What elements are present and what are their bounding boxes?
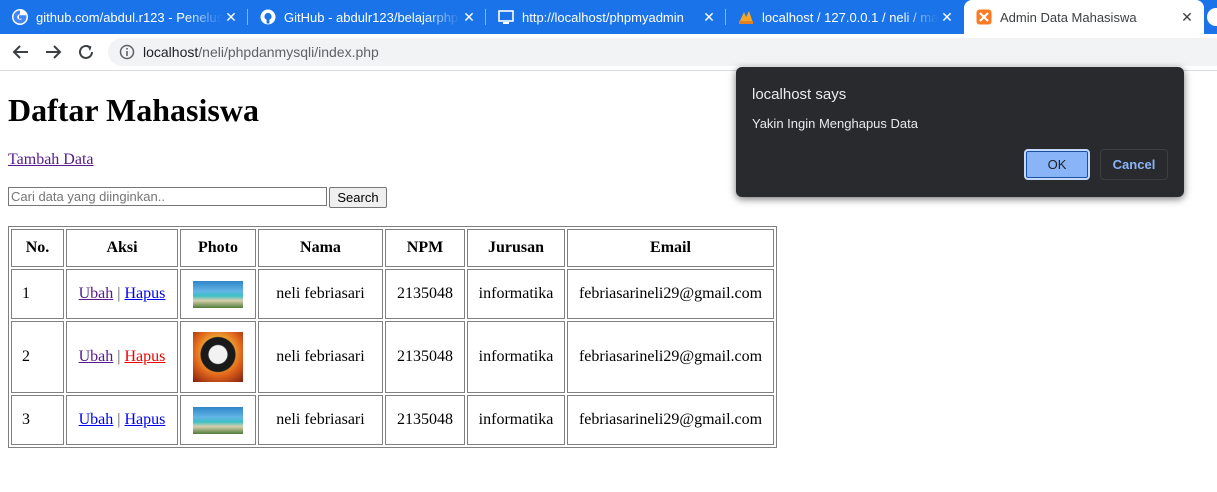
cell-aksi: Ubah | Hapus [66, 395, 178, 445]
table-row: 3 Ubah | Hapus neli febriasari 2135048 i… [11, 395, 774, 445]
action-separator: | [117, 411, 121, 428]
cell-no: 3 [11, 395, 64, 445]
students-table: No. Aksi Photo Nama NPM Jurusan Email 1 … [8, 226, 777, 448]
xampp-icon [976, 9, 992, 25]
close-icon[interactable]: ✕ [460, 9, 478, 26]
reload-icon[interactable] [74, 40, 98, 64]
alert-dialog: localhost says Yakin Ingin Menghapus Dat… [736, 67, 1184, 197]
header-email: Email [567, 229, 774, 267]
add-data-link[interactable]: Tambah Data [8, 151, 94, 169]
tab-title: GitHub - abdulr123/belajarphp: B [284, 9, 460, 25]
close-icon[interactable]: ✕ [222, 9, 240, 26]
monitor-icon [498, 9, 514, 25]
search-button[interactable]: Search [329, 187, 387, 208]
tab-title: github.com/abdul.r123 - Penelusuran Goog… [36, 9, 222, 25]
cell-photo [180, 321, 256, 393]
cell-aksi: Ubah | Hapus [66, 269, 178, 319]
cell-aksi: Ubah | Hapus [66, 321, 178, 393]
google-icon [12, 9, 28, 25]
url-path: /neli/phpdanmysqli/index.php [198, 44, 379, 60]
cell-no: 1 [11, 269, 64, 319]
cell-npm: 2135048 [385, 395, 465, 445]
dialog-message: Yakin Ingin Menghapus Data [752, 116, 918, 131]
url-host: localhost [143, 44, 199, 60]
tab-github[interactable]: GitHub - abdulr123/belajarphp: B ✕ [248, 0, 486, 34]
edit-link[interactable]: Ubah [79, 411, 114, 428]
cell-nama: neli febriasari [258, 395, 383, 445]
back-arrow-icon[interactable] [9, 40, 33, 64]
search-input[interactable] [8, 187, 327, 206]
tab-admin-data-mahasiswa[interactable]: Admin Data Mahasiswa ✕ [964, 0, 1204, 34]
cell-no: 2 [11, 321, 64, 393]
browser-toolbar: localhost/neli/phpdanmysqli/index.php [0, 34, 1217, 71]
cell-photo [180, 395, 256, 445]
forward-arrow-icon[interactable] [41, 40, 65, 64]
address-bar[interactable]: localhost/neli/phpdanmysqli/index.php [108, 38, 1217, 66]
tab-google-search[interactable]: github.com/abdul.r123 - Penelusuran Goog… [0, 0, 248, 34]
action-separator: | [117, 348, 121, 365]
tab-strip: github.com/abdul.r123 - Penelusuran Goog… [0, 0, 1217, 34]
cell-nama: neli febriasari [258, 269, 383, 319]
close-icon[interactable]: ✕ [938, 9, 956, 26]
new-tab-button[interactable] [1207, 8, 1217, 26]
header-no: No. [11, 229, 64, 267]
header-nama: Nama [258, 229, 383, 267]
tab-title: http://localhost/phpmyadmin [522, 9, 684, 25]
cancel-button[interactable]: Cancel [1100, 149, 1168, 180]
close-icon[interactable]: ✕ [1178, 9, 1196, 26]
tab-localhost-db[interactable]: localhost / 127.0.0.1 / neli / mahasiswa… [726, 0, 964, 34]
header-jurusan: Jurusan [467, 229, 565, 267]
cell-email: febriasarineli29@gmail.com [567, 321, 774, 393]
table-header-row: No. Aksi Photo Nama NPM Jurusan Email [11, 229, 774, 267]
info-icon[interactable] [119, 44, 135, 60]
cell-npm: 2135048 [385, 321, 465, 393]
cell-jurusan: informatika [467, 395, 565, 445]
edit-link[interactable]: Ubah [79, 285, 114, 302]
cell-jurusan: informatika [467, 269, 565, 319]
close-icon[interactable]: ✕ [700, 9, 718, 26]
edit-link[interactable]: Ubah [79, 348, 114, 365]
tab-title: Admin Data Mahasiswa [1000, 9, 1137, 25]
delete-link[interactable]: Hapus [124, 348, 165, 365]
cell-email: febriasarineli29@gmail.com [567, 395, 774, 445]
beach-photo [193, 280, 243, 308]
phpmyadmin-icon [738, 9, 754, 25]
cell-npm: 2135048 [385, 269, 465, 319]
cell-email: febriasarineli29@gmail.com [567, 269, 774, 319]
action-separator: | [117, 285, 121, 302]
delete-link[interactable]: Hapus [124, 285, 165, 302]
cell-photo [180, 269, 256, 319]
dialog-title: localhost says [752, 86, 847, 103]
tab-title: localhost / 127.0.0.1 / neli / mahasiswa [762, 9, 938, 25]
header-npm: NPM [385, 229, 465, 267]
table-row: 1 Ubah | Hapus neli febriasari 2135048 i… [11, 269, 774, 319]
header-photo: Photo [180, 229, 256, 267]
kungfu-panda-photo [193, 332, 243, 382]
ok-button[interactable]: OK [1024, 149, 1090, 180]
delete-link[interactable]: Hapus [124, 411, 165, 428]
beach-photo [193, 406, 243, 434]
table-row: 2 Ubah | Hapus neli febriasari 2135048 i… [11, 321, 774, 393]
cell-jurusan: informatika [467, 321, 565, 393]
cell-nama: neli febriasari [258, 321, 383, 393]
page-title: Daftar Mahasiswa [8, 92, 259, 128]
header-aksi: Aksi [66, 229, 178, 267]
tab-phpmyadmin[interactable]: http://localhost/phpmyadmin ✕ [486, 0, 726, 34]
github-icon [260, 9, 276, 25]
